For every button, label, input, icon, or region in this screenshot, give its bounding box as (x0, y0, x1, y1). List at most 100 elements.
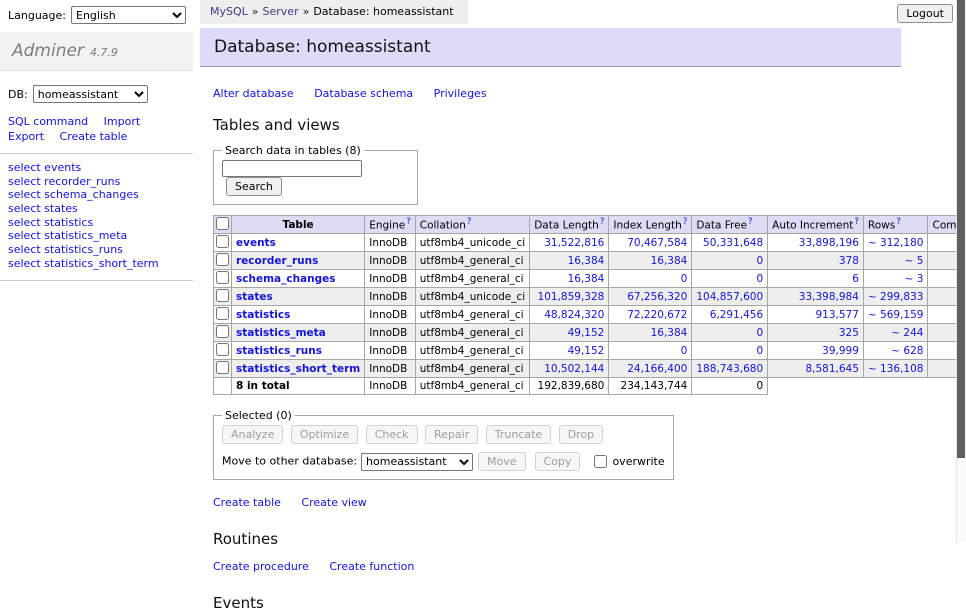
auto-increment-link[interactable]: 39,999 (822, 345, 859, 357)
sidebar-select-statistics-short-term[interactable]: select statistics_short_term (8, 257, 159, 270)
db-select[interactable]: homeassistant (33, 85, 148, 103)
rows-link[interactable]: ~ 5 (905, 255, 924, 267)
data-length-link[interactable]: 101,859,328 (538, 291, 605, 303)
auto-increment-link[interactable]: 378 (839, 255, 859, 267)
table-link[interactable]: statistics (236, 309, 290, 321)
table-link[interactable]: statistics_meta (236, 327, 326, 339)
row-checkbox[interactable] (216, 343, 229, 356)
sidebar-select-states[interactable]: select states (8, 202, 78, 215)
table-link[interactable]: statistics_runs (236, 345, 322, 357)
row-checkbox[interactable] (216, 325, 229, 338)
create-procedure-link[interactable]: Create procedure (213, 560, 309, 573)
data-length-link[interactable]: 10,502,144 (544, 363, 604, 375)
table-link[interactable]: schema_changes (236, 273, 336, 285)
data-length-link[interactable]: 16,384 (568, 273, 605, 285)
create-function-link[interactable]: Create function (329, 560, 414, 573)
auto-increment-link[interactable]: 913,577 (816, 309, 859, 321)
overwrite-checkbox[interactable] (594, 455, 607, 468)
sidebar-select-statistics-runs[interactable]: select statistics_runs (8, 243, 123, 256)
data-free-link[interactable]: 0 (756, 273, 763, 285)
create-view-link[interactable]: Create view (301, 496, 366, 509)
alter-database-link[interactable]: Alter database (213, 87, 294, 100)
help-link[interactable]: ? (683, 217, 688, 227)
sidebar-link-create-table[interactable]: Create table (60, 130, 128, 143)
row-checkbox[interactable] (216, 271, 229, 284)
privileges-link[interactable]: Privileges (434, 87, 487, 100)
index-length-link[interactable]: 24,166,400 (627, 363, 687, 375)
help-link[interactable]: ? (748, 217, 753, 227)
analyze-button[interactable]: Analyze (222, 425, 283, 444)
data-free-link[interactable]: 188,743,680 (696, 363, 763, 375)
row-checkbox[interactable] (216, 361, 229, 374)
table-link[interactable]: states (236, 291, 273, 303)
scrollbar-thumb[interactable] (957, 0, 965, 458)
copy-button[interactable]: Copy (535, 452, 581, 471)
database-schema-link[interactable]: Database schema (314, 87, 413, 100)
sidebar-select-statistics-meta[interactable]: select statistics_meta (8, 229, 127, 242)
search-input[interactable] (222, 160, 362, 177)
table-link[interactable]: events (236, 237, 276, 249)
optimize-button[interactable]: Optimize (291, 425, 358, 444)
data-length-link[interactable]: 48,824,320 (544, 309, 604, 321)
move-button[interactable]: Move (478, 452, 526, 471)
data-length-link[interactable]: 49,152 (568, 327, 605, 339)
table-link[interactable]: statistics_short_term (236, 363, 360, 375)
sidebar-link-import[interactable]: Import (104, 115, 141, 128)
row-checkbox[interactable] (216, 253, 229, 266)
row-checkbox[interactable] (216, 235, 229, 248)
sidebar-select-events[interactable]: select events (8, 161, 81, 174)
sidebar-select-statistics[interactable]: select statistics (8, 216, 93, 229)
logout-button[interactable]: Logout (897, 4, 953, 23)
rows-link[interactable]: ~ 136,108 (868, 363, 924, 375)
index-length-link[interactable]: 72,220,672 (627, 309, 687, 321)
data-free-link[interactable]: 0 (756, 345, 763, 357)
data-free-link[interactable]: 104,857,600 (696, 291, 763, 303)
auto-increment-link[interactable]: 33,398,984 (799, 291, 859, 303)
search-button[interactable]: Search (226, 177, 282, 196)
table-link[interactable]: recorder_runs (236, 255, 318, 267)
sidebar-link-sql-command[interactable]: SQL command (8, 115, 88, 128)
data-free-link[interactable]: 6,291,456 (710, 309, 763, 321)
auto-increment-link[interactable]: 8,581,645 (805, 363, 858, 375)
index-length-link[interactable]: 70,467,584 (627, 237, 687, 249)
truncate-button[interactable]: Truncate (486, 425, 551, 444)
create-table-link[interactable]: Create table (213, 496, 281, 509)
rows-link[interactable]: ~ 244 (891, 327, 923, 339)
help-link[interactable]: ? (467, 217, 472, 227)
data-free-link[interactable]: 0 (756, 255, 763, 267)
help-link[interactable]: ? (854, 217, 859, 227)
sidebar-select-recorder-runs[interactable]: select recorder_runs (8, 175, 120, 188)
breadcrumb-link-server[interactable]: Server (263, 5, 299, 18)
rows-link[interactable]: ~ 299,833 (868, 291, 924, 303)
vertical-scrollbar[interactable] (956, 0, 966, 543)
sidebar-link-export[interactable]: Export (8, 130, 44, 143)
move-database-select[interactable]: homeassistant (361, 453, 473, 471)
auto-increment-link[interactable]: 6 (852, 273, 859, 285)
rows-link[interactable]: ~ 312,180 (868, 237, 924, 249)
help-link[interactable]: ? (406, 217, 411, 227)
breadcrumb-link-mysql[interactable]: MySQL (210, 5, 248, 18)
auto-increment-link[interactable]: 325 (839, 327, 859, 339)
data-length-link[interactable]: 49,152 (568, 345, 605, 357)
index-length-link[interactable]: 16,384 (651, 327, 688, 339)
select-all-checkbox[interactable] (216, 217, 229, 230)
row-checkbox[interactable] (216, 289, 229, 302)
drop-button[interactable]: Drop (559, 425, 603, 444)
data-length-link[interactable]: 16,384 (568, 255, 605, 267)
rows-link[interactable]: ~ 628 (891, 345, 923, 357)
rows-link[interactable]: ~ 3 (905, 273, 924, 285)
index-length-link[interactable]: 16,384 (651, 255, 688, 267)
rows-link[interactable]: ~ 569,159 (868, 309, 924, 321)
data-free-link[interactable]: 0 (756, 327, 763, 339)
index-length-link[interactable]: 67,256,320 (627, 291, 687, 303)
language-select[interactable]: English (71, 6, 186, 24)
index-length-link[interactable]: 0 (681, 273, 688, 285)
help-link[interactable]: ? (896, 217, 901, 227)
auto-increment-link[interactable]: 33,898,196 (799, 237, 859, 249)
row-checkbox[interactable] (216, 307, 229, 320)
data-length-link[interactable]: 31,522,816 (544, 237, 604, 249)
sidebar-select-schema-changes[interactable]: select schema_changes (8, 188, 139, 201)
help-link[interactable]: ? (600, 217, 605, 227)
data-free-link[interactable]: 50,331,648 (703, 237, 763, 249)
index-length-link[interactable]: 0 (681, 345, 688, 357)
